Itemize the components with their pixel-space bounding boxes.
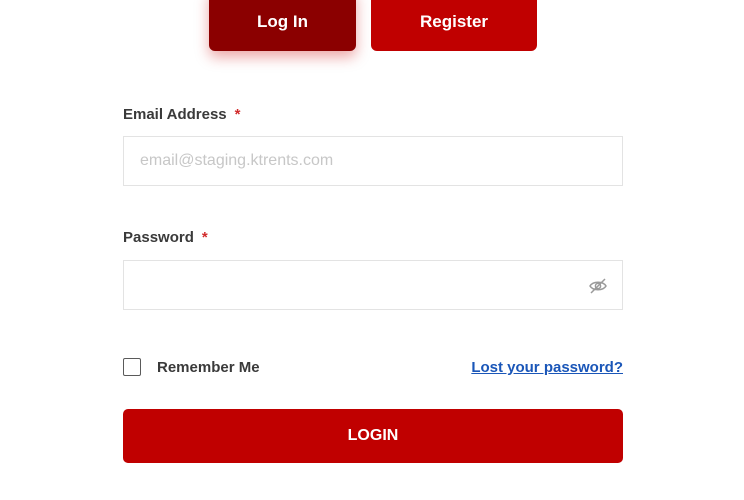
tab-register[interactable]: Register: [371, 0, 537, 51]
password-required-mark: *: [201, 229, 208, 246]
eye-slash-icon[interactable]: [588, 276, 608, 296]
lost-password-link[interactable]: Lost your password?: [471, 359, 623, 376]
remember-me: Remember Me: [123, 358, 260, 376]
tab-login-label: Log In: [257, 12, 308, 31]
password-field-wrapper: [123, 260, 623, 310]
email-label-text: Email Address: [123, 106, 227, 123]
email-required-mark: *: [234, 106, 241, 123]
login-button[interactable]: LOGIN: [123, 409, 623, 463]
tab-login[interactable]: Log In: [209, 0, 356, 51]
tab-register-label: Register: [419, 12, 489, 31]
password-field[interactable]: [124, 261, 622, 309]
login-button-label: LOGIN: [347, 427, 399, 444]
email-label: Email Address *: [123, 106, 241, 123]
remember-me-checkbox[interactable]: [123, 358, 141, 376]
remember-me-label: Remember Me: [157, 358, 260, 376]
login-page: Log In Register Email Address * Password *…: [0, 0, 744, 500]
email-field-wrapper: [123, 136, 623, 186]
password-label: Password *: [123, 229, 208, 246]
email-field[interactable]: [124, 137, 622, 185]
password-label-text: Password: [123, 229, 194, 246]
